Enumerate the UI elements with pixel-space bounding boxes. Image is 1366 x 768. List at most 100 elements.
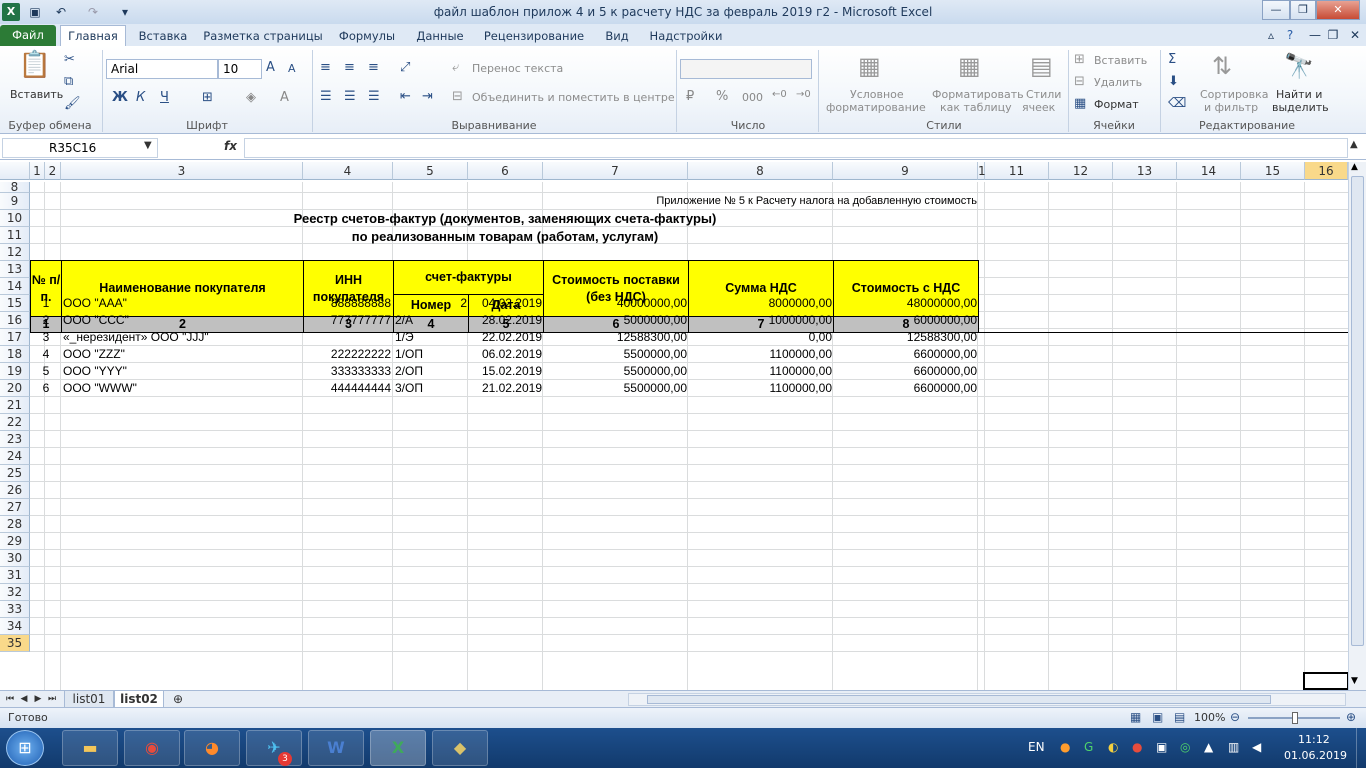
format-as-table-label-1[interactable]: Форматировать — [932, 88, 1024, 101]
font-color-icon[interactable]: A — [280, 90, 289, 105]
sheet-tab-list02[interactable]: list02 — [114, 691, 164, 708]
close-button[interactable]: ✕ — [1316, 0, 1360, 20]
vertical-scrollbar[interactable]: ▲ ▼ — [1348, 162, 1366, 690]
insert-cells-button[interactable]: Вставить — [1094, 54, 1147, 67]
zoom-in-icon[interactable]: ⊕ — [1346, 710, 1356, 724]
tab-review[interactable]: Рецензирование — [478, 27, 590, 46]
active-cell-selection[interactable] — [1303, 672, 1348, 690]
copy-icon[interactable]: ⧉ — [64, 74, 73, 89]
conditional-formatting-label-2[interactable]: форматирование — [826, 101, 926, 114]
row-header[interactable]: 33 — [0, 601, 30, 618]
row-header[interactable]: 31 — [0, 567, 30, 584]
prev-sheet-icon[interactable]: ◀ — [18, 691, 30, 708]
grow-font-icon[interactable]: A — [266, 60, 275, 75]
table-cell-inn[interactable]: 888888888 — [303, 295, 391, 312]
last-sheet-icon[interactable]: ⏭ — [46, 691, 58, 708]
row-header[interactable]: 34 — [0, 618, 30, 635]
align-left-icon[interactable]: ☰ — [320, 89, 332, 104]
tab-insert[interactable]: Вставка — [134, 27, 192, 46]
comma-style-icon[interactable]: 000 — [742, 91, 763, 104]
next-sheet-icon[interactable]: ▶ — [32, 691, 44, 708]
table-cell-date[interactable]: 21.02.2019 — [468, 380, 542, 397]
select-all-corner[interactable] — [0, 162, 30, 180]
table-cell-num[interactable]: 2/ОП — [395, 363, 467, 380]
table-cell-buyer[interactable]: ООО "ZZZ" — [63, 346, 301, 363]
page-break-view-icon[interactable]: ▤ — [1174, 710, 1185, 724]
column-header[interactable]: 1 — [978, 162, 986, 180]
cell-styles-icon[interactable]: ▤ — [1030, 52, 1053, 80]
tab-file[interactable]: Файл — [0, 25, 56, 46]
tab-home[interactable]: Главная — [60, 25, 126, 46]
sheet-tab-list01[interactable]: list01 — [64, 691, 114, 708]
format-as-table-label-2[interactable]: как таблицу — [940, 101, 1012, 114]
volume-icon[interactable]: ◀ — [1252, 740, 1261, 754]
fx-icon[interactable]: fx — [224, 139, 237, 153]
table-cell-total[interactable]: 6600000,00 — [833, 380, 977, 397]
table-cell-n[interactable]: 2 — [30, 312, 62, 329]
column-header[interactable]: 7 — [543, 162, 688, 180]
row-header[interactable]: 16 — [0, 312, 30, 329]
table-cell-vat[interactable]: 1100000,00 — [688, 346, 832, 363]
cell-styles-label-1[interactable]: Стили — [1026, 88, 1061, 101]
table-cell-buyer[interactable]: ООО "ААА" — [63, 295, 301, 312]
orientation-icon[interactable]: ⤢ — [400, 60, 410, 75]
row-header[interactable]: 22 — [0, 414, 30, 431]
find-select-label-1[interactable]: Найти и — [1276, 88, 1322, 101]
table-cell-vat[interactable]: 8000000,00 — [688, 295, 832, 312]
table-cell-num[interactable]: 1/Э — [395, 329, 467, 346]
wrap-text-icon[interactable]: ⤶ — [452, 60, 459, 75]
format-cells-icon[interactable]: ▦ — [1074, 96, 1086, 111]
tray-icon-4[interactable]: ● — [1132, 740, 1142, 754]
column-header[interactable]: 1 — [30, 162, 45, 180]
increase-indent-icon[interactable]: ⇥ — [422, 89, 433, 104]
first-sheet-icon[interactable]: ⏮ — [4, 691, 16, 708]
row-header[interactable]: 30 — [0, 550, 30, 567]
conditional-formatting-icon[interactable]: ▦ — [858, 52, 881, 80]
table-cell-vat[interactable]: 1100000,00 — [688, 363, 832, 380]
column-header[interactable]: 12 — [1049, 162, 1113, 180]
sort-filter-label-2[interactable]: и фильтр — [1204, 101, 1258, 114]
row-header[interactable]: 24 — [0, 448, 30, 465]
table-cell-cost[interactable]: 5500000,00 — [543, 346, 687, 363]
column-header[interactable]: 14 — [1177, 162, 1241, 180]
column-header[interactable]: 2 — [45, 162, 61, 180]
delete-cells-button[interactable]: Удалить — [1094, 76, 1142, 89]
table-cell-n[interactable]: 4 — [30, 346, 62, 363]
scroll-thumb[interactable] — [1351, 176, 1364, 646]
find-select-label-2[interactable]: выделить — [1272, 101, 1329, 114]
table-cell-date[interactable]: 06.02.2019 — [468, 346, 542, 363]
row-header[interactable]: 23 — [0, 431, 30, 448]
restore-button[interactable]: ❐ — [1290, 0, 1316, 20]
name-box-dropdown-icon[interactable]: ▼ — [144, 140, 152, 151]
appendix-note[interactable]: Приложение № 5 к Расчету налога на добав… — [545, 193, 977, 210]
firefox-icon[interactable]: ◕ — [184, 730, 240, 766]
align-top-icon[interactable]: ≡ — [320, 60, 331, 75]
table-cell-vat[interactable]: 0,00 — [688, 329, 832, 346]
row-header[interactable]: 25 — [0, 465, 30, 482]
column-header[interactable]: 9 — [833, 162, 978, 180]
row-header[interactable]: 18 — [0, 346, 30, 363]
align-center-icon[interactable]: ☰ — [344, 89, 356, 104]
bold-icon[interactable]: Ж — [112, 90, 128, 105]
table-cell-cost[interactable]: 5000000,00 — [543, 312, 687, 329]
scroll-up-icon[interactable]: ▲ — [1351, 162, 1358, 172]
cell-styles-label-2[interactable]: ячеек — [1022, 101, 1055, 114]
expand-formula-bar-icon[interactable]: ▲ — [1350, 139, 1358, 150]
table-cell-buyer[interactable]: ООО "WWW" — [63, 380, 301, 397]
table-cell-date[interactable]: 28.02.2019 — [468, 312, 542, 329]
table-cell-vat[interactable]: 1000000,00 — [688, 312, 832, 329]
sort-filter-label-1[interactable]: Сортировка — [1200, 88, 1269, 101]
help-icon[interactable]: ? — [1281, 26, 1299, 44]
row-header[interactable]: 13 — [0, 261, 30, 278]
row-header[interactable]: 21 — [0, 397, 30, 414]
register-title-line2[interactable]: по реализованным товарам (работам, услуг… — [200, 228, 810, 245]
table-cell-total[interactable]: 6600000,00 — [833, 346, 977, 363]
tray-icon-2[interactable]: G — [1084, 740, 1093, 754]
column-header[interactable]: 13 — [1113, 162, 1177, 180]
row-header[interactable]: 17 — [0, 329, 30, 346]
column-header[interactable]: 15 — [1241, 162, 1305, 180]
tab-page-layout[interactable]: Разметка страницы — [202, 27, 324, 46]
shrink-font-icon[interactable]: A — [288, 62, 296, 75]
horizontal-scrollbar[interactable] — [628, 693, 1346, 706]
column-header[interactable]: 4 — [303, 162, 393, 180]
